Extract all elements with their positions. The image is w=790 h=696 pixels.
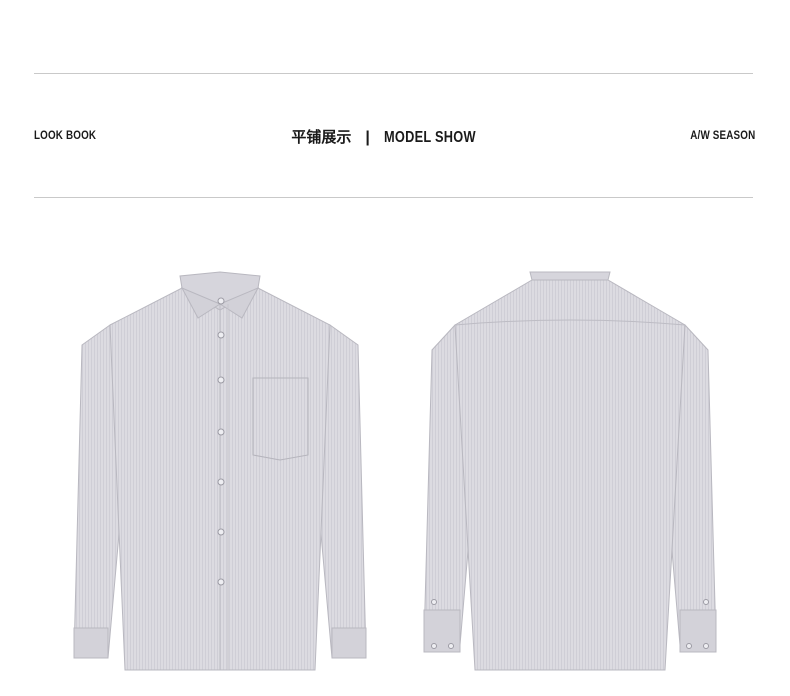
top-divider xyxy=(34,73,753,74)
bottom-divider xyxy=(34,197,753,198)
title-english: MODEL SHOW xyxy=(383,129,476,146)
title-chinese: 平铺展示 xyxy=(291,128,352,146)
shirt-back-image xyxy=(423,271,717,671)
title-separator: | xyxy=(365,129,370,146)
season-label: A/W SEASON xyxy=(689,128,755,142)
section-title: 平铺展示 | MODEL SHOW xyxy=(0,126,790,147)
shirt-front-image xyxy=(73,271,367,671)
